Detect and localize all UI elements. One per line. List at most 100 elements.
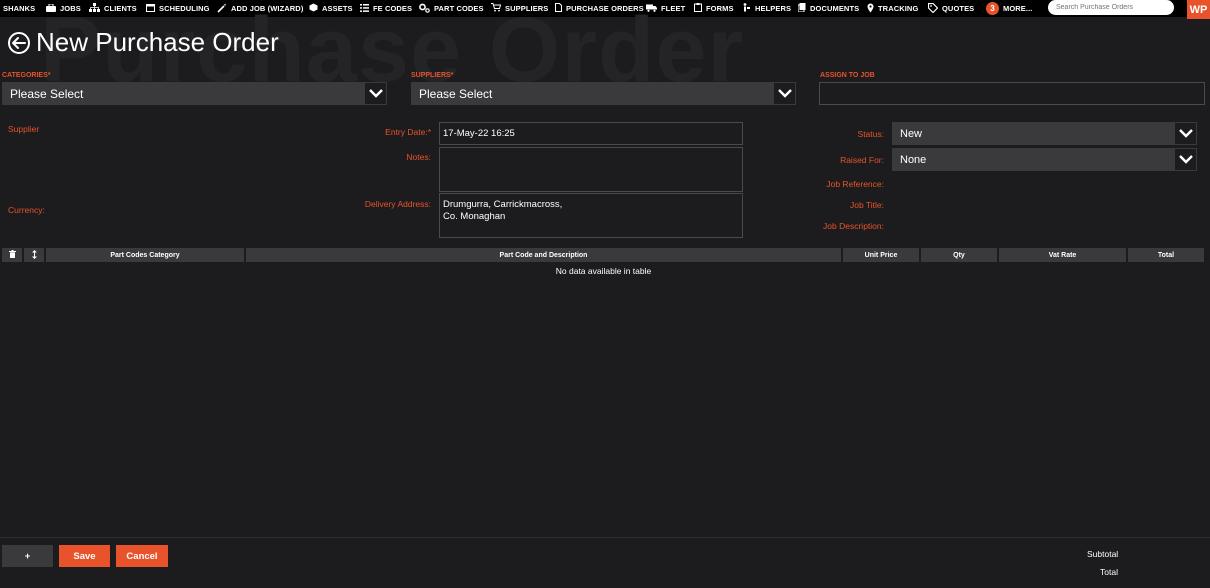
column-sort[interactable]	[24, 248, 44, 262]
raised-for-value: None	[900, 153, 927, 166]
nav-item-clients[interactable]: CLIENTS	[89, 0, 137, 17]
categories-value: Please Select	[10, 86, 84, 101]
entry-date-label: Entry Date:*	[385, 127, 431, 137]
nav-item-fleet[interactable]: FLEET	[646, 0, 685, 17]
back-arrow-icon[interactable]	[8, 32, 30, 54]
nav-label: FE CODES	[373, 4, 413, 13]
job-description-label: Job Description:	[823, 221, 884, 231]
app-logo[interactable]: WP	[1187, 0, 1210, 19]
nav-item-scheduling[interactable]: SCHEDULING	[146, 0, 210, 17]
nav-item-purchase-orders[interactable]: PURCHASE ORDERS	[555, 0, 644, 17]
column-part-codes-category[interactable]: Part Codes Category	[46, 248, 244, 262]
nav-label: SCHEDULING	[159, 4, 210, 13]
table-header: Part Codes Category Part Code and Descri…	[2, 248, 1204, 262]
more-count-badge: 3	[986, 2, 999, 15]
delivery-address-field[interactable]: Drumgurra, Carrickmacross, Co. Monaghan	[439, 193, 743, 238]
column-unit-price[interactable]: Unit Price	[843, 248, 919, 262]
nav-item-suppliers[interactable]: SUPPLIERS	[491, 0, 548, 17]
column-part-code-description[interactable]: Part Code and Description	[246, 248, 841, 262]
nav-item-fe-codes[interactable]: FE CODES	[360, 0, 412, 17]
sort-arrows-icon	[31, 249, 37, 261]
nav-label: ADD JOB (WIZARD)	[231, 4, 304, 13]
nav-label: SUPPLIERS	[505, 4, 549, 13]
chevron-down-icon[interactable]	[1175, 123, 1196, 144]
documents-icon	[797, 3, 806, 14]
wand-icon	[217, 3, 227, 15]
suppliers-value: Please Select	[419, 86, 493, 101]
table-empty-message: No data available in table	[555, 266, 652, 276]
cogs-icon	[419, 3, 430, 15]
delivery-address-line-2: Co. Monaghan	[443, 211, 506, 223]
page-title: New Purchase Order	[36, 27, 279, 57]
status-value: New	[900, 127, 923, 140]
nav-label: TRACKING	[878, 4, 919, 13]
map-pin-icon	[867, 3, 874, 15]
suppliers-select[interactable]: Please Select	[411, 82, 796, 105]
nav-item-helpers[interactable]: HELPERS	[743, 0, 791, 17]
calendar-icon	[146, 3, 155, 14]
column-vat-rate[interactable]: Vat Rate	[999, 248, 1126, 262]
notes-label: Notes:	[406, 152, 431, 162]
nav-item-documents[interactable]: DOCUMENTS	[797, 0, 860, 17]
delivery-address-label: Delivery Address:	[364, 199, 431, 209]
tag-icon	[927, 2, 939, 15]
chevron-down-icon[interactable]	[1175, 149, 1196, 170]
nav-item-assets[interactable]: ASSETS	[309, 0, 353, 17]
entry-date-field[interactable]: 17-May-22 16:25	[439, 122, 743, 145]
file-icon	[555, 3, 562, 14]
clipboard-icon	[694, 3, 702, 14]
nav-item-quotes[interactable]: QUOTES	[927, 0, 975, 17]
assign-to-job-label: ASSIGN TO JOB	[820, 72, 875, 79]
column-delete[interactable]	[2, 248, 22, 262]
currency-label: Currency:	[8, 205, 45, 215]
notes-field[interactable]	[439, 147, 743, 192]
column-total[interactable]: Total	[1128, 248, 1204, 262]
nav-label: PURCHASE ORDERS	[566, 4, 644, 13]
nav-label: CLIENTS	[104, 4, 137, 13]
nav-item-tracking[interactable]: TRACKING	[867, 0, 918, 17]
assign-to-job-input[interactable]	[819, 82, 1205, 105]
list-icon	[360, 3, 369, 14]
suppliers-label: SUPPLIERS*	[411, 72, 454, 79]
nav-label: FORMS	[706, 4, 734, 13]
nav-label: ASSETS	[322, 4, 353, 13]
supplier-label: Supplier	[8, 124, 40, 134]
briefcase-icon	[46, 3, 56, 14]
raised-for-label: Raised For:	[840, 155, 884, 165]
helper-icon	[743, 3, 751, 14]
status-select[interactable]: New	[892, 122, 1197, 145]
status-label: Status:	[857, 129, 884, 139]
job-reference-label: Job Reference:	[826, 179, 884, 189]
cancel-button[interactable]: Cancel	[116, 545, 168, 567]
footer-divider	[0, 537, 1210, 538]
raised-for-select[interactable]: None	[892, 148, 1197, 171]
column-qty[interactable]: Qty	[921, 248, 997, 262]
nav-label: HELPERS	[755, 4, 792, 13]
job-title-label: Job Title:	[849, 200, 884, 210]
nav-item-part-codes[interactable]: PART CODES	[419, 0, 484, 17]
total-label: Total	[1100, 567, 1118, 577]
categories-label: CATEGORIES*	[2, 72, 51, 79]
nav-label: QUOTES	[942, 4, 975, 13]
nav-label: SHANKS	[3, 4, 36, 13]
nav-label: JOBS	[60, 4, 81, 13]
nav-item-more[interactable]: 3 MORE...	[986, 0, 1032, 17]
cart-icon	[491, 3, 502, 14]
categories-select[interactable]: Please Select	[2, 82, 387, 105]
trash-icon	[8, 250, 16, 260]
nav-label: MORE...	[1003, 4, 1033, 13]
chevron-down-icon[interactable]	[365, 83, 386, 104]
nav-label: FLEET	[661, 4, 686, 13]
search-input[interactable]	[1048, 0, 1174, 15]
save-button[interactable]: Save	[59, 545, 110, 567]
nav-item-forms[interactable]: FORMS	[694, 0, 734, 17]
truck-icon	[646, 4, 657, 14]
nav-label: PART CODES	[434, 4, 484, 13]
nav-item-add-job-wizard[interactable]: ADD JOB (WIZARD)	[217, 0, 303, 17]
subtotal-label: Subtotal	[1087, 549, 1119, 559]
add-row-button[interactable]: +	[2, 545, 53, 567]
chevron-down-icon[interactable]	[774, 83, 795, 104]
nav-item-shanks[interactable]: SHANKS	[3, 0, 35, 17]
nav-item-jobs[interactable]: JOBS	[46, 0, 81, 17]
nav-label: DOCUMENTS	[810, 4, 860, 13]
